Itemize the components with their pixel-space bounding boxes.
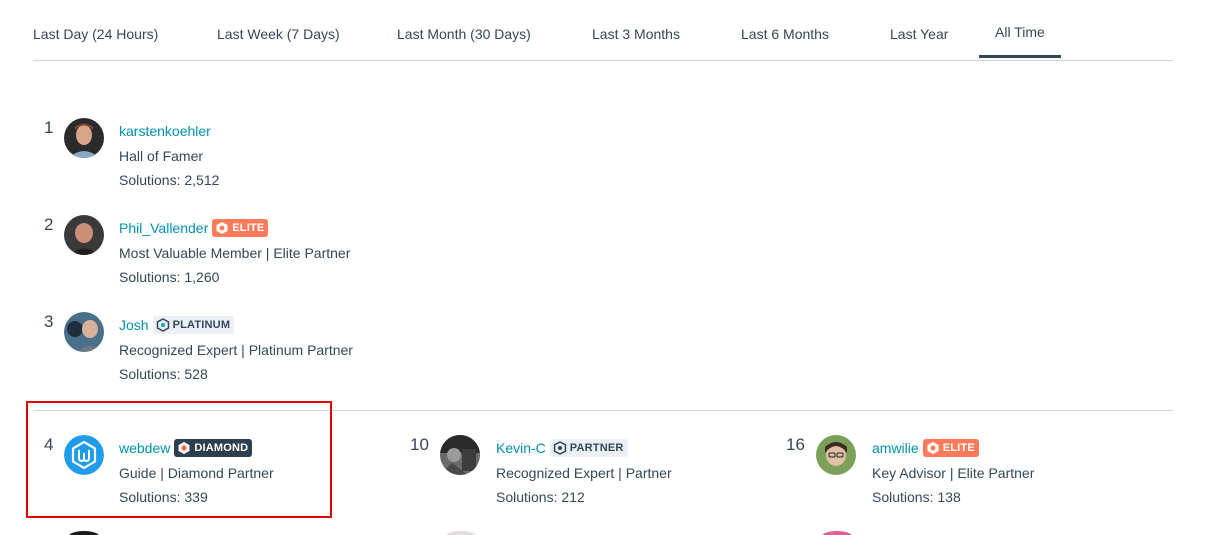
tab-all-time[interactable]: All Time (979, 24, 1061, 58)
solutions-count: Solutions: 2,512 (119, 172, 220, 189)
avatar[interactable] (440, 435, 480, 475)
member-role: Most Valuable Member | Elite Partner (119, 244, 351, 261)
leader-entry: 1 karstenkoehler Hall of Famer Solutions… (44, 118, 384, 198)
leader-entry: 16 amwilie ELITE Key Advisor | Elite Par… (786, 435, 1126, 515)
member-role: Recognized Expert | Partner (496, 464, 672, 481)
username-link[interactable]: Kevin-C (496, 440, 546, 456)
badge-label: PARTNER (569, 442, 624, 455)
tab-last-year[interactable]: Last Year (890, 26, 948, 42)
username-link[interactable]: karstenkoehler (119, 123, 211, 139)
badge-label: PLATINUM (172, 319, 231, 332)
username-link[interactable]: Phil_Vallender (119, 220, 208, 236)
rank-number: 16 (786, 435, 805, 454)
hexagon-badge-icon (927, 442, 939, 455)
avatar[interactable] (64, 312, 104, 352)
tab-last-week[interactable]: Last Week (7 Days) (217, 26, 340, 42)
username-link[interactable]: Josh (119, 317, 149, 333)
avatar[interactable] (816, 435, 856, 475)
hexagon-badge-icon (156, 318, 169, 333)
elite-badge: ELITE (212, 219, 269, 238)
hexagon-badge-icon (553, 441, 567, 456)
member-role: Recognized Expert | Platinum Partner (119, 341, 353, 358)
member-role: Key Advisor | Elite Partner (872, 464, 1035, 481)
hexagon-badge-icon (216, 222, 228, 235)
solutions-count: Solutions: 1,260 (119, 269, 220, 286)
leader-entry: 2 Phil_Vallender ELITE Most Valuable Mem… (44, 215, 384, 295)
rank-number: 10 (410, 435, 429, 454)
member-role: Hall of Famer (119, 147, 204, 164)
avatar[interactable] (64, 118, 104, 158)
badge-label: ELITE (232, 222, 265, 235)
elite-badge: ELITE (922, 439, 979, 458)
solutions-count: Solutions: 212 (496, 489, 585, 506)
tab-last-6-months[interactable]: Last 6 Months (741, 26, 829, 42)
avatar (822, 531, 852, 535)
avatar (446, 531, 476, 535)
leaderboard-page: Last Day (24 Hours) Last Week (7 Days) L… (0, 0, 1232, 535)
tab-last-day[interactable]: Last Day (24 Hours) (33, 26, 158, 42)
avatar (69, 531, 99, 535)
leader-entry: 3 Josh PLATINUM Recognized Expert | Plat… (44, 312, 384, 392)
leader-entry: 10 Kevin-C PARTNER Recognized Expert | P… (410, 435, 750, 515)
tab-last-3-months[interactable]: Last 3 Months (592, 26, 680, 42)
solutions-count: Solutions: 528 (119, 366, 208, 383)
platinum-badge: PLATINUM (152, 316, 235, 335)
time-range-tabs: Last Day (24 Hours) Last Week (7 Days) L… (33, 0, 1173, 61)
badge-label: ELITE (942, 442, 975, 455)
tab-last-month[interactable]: Last Month (30 Days) (397, 26, 531, 42)
username-link[interactable]: amwilie (872, 440, 919, 456)
partner-badge: PARTNER (549, 439, 628, 458)
solutions-count: Solutions: 138 (872, 489, 961, 506)
highlight-box (26, 401, 332, 518)
avatar[interactable] (64, 215, 104, 255)
